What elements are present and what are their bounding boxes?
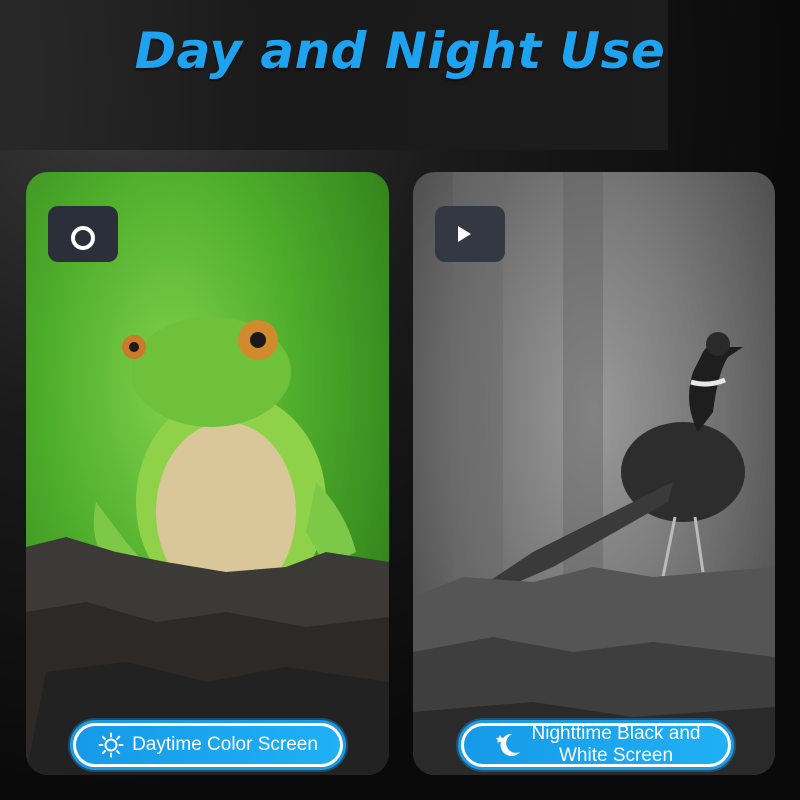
pheasant-head xyxy=(706,332,730,356)
daytime-caption-pill: Daytime Color Screen xyxy=(70,720,346,770)
pheasant-neck xyxy=(689,343,743,432)
page-title: Day and Night Use xyxy=(134,22,666,80)
nighttime-caption-line1: Nighttime Black and xyxy=(531,723,701,744)
frog-scene xyxy=(26,317,389,775)
nighttime-caption-line2: White Screen xyxy=(558,745,674,766)
nighttime-photo-panel xyxy=(413,172,775,775)
pheasant-scene xyxy=(413,172,775,775)
nighttime-caption-pill: Nighttime Black and White Screen xyxy=(458,720,734,770)
video-camera-icon xyxy=(435,206,505,262)
sun-icon xyxy=(98,732,124,758)
camera-icon xyxy=(48,206,118,262)
daytime-caption: Daytime Color Screen xyxy=(132,734,318,755)
daytime-photo-panel xyxy=(26,172,389,775)
nighttime-caption: Nighttime Black and White Screen xyxy=(532,723,701,767)
moon-star-icon xyxy=(492,730,524,760)
